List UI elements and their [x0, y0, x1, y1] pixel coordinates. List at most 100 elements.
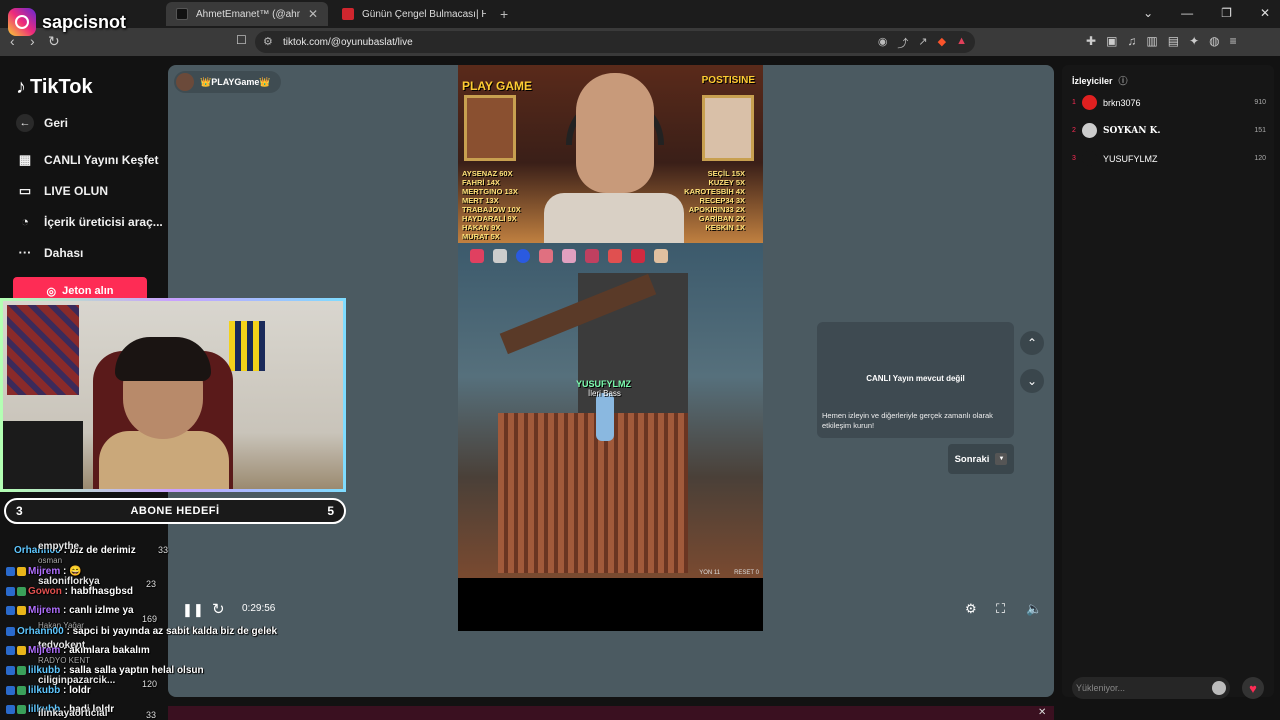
screenshot-icon[interactable]: ▣	[1106, 34, 1117, 48]
badge-icon	[6, 626, 15, 636]
menu-icon[interactable]: ≡	[1230, 34, 1237, 48]
instagram-handle: sapcisnot	[42, 11, 127, 32]
chat-text: : canlı izlme ya	[60, 605, 134, 616]
viewer-count: 910	[1254, 99, 1266, 106]
emoji-icon[interactable]	[1212, 681, 1226, 695]
new-tab-button[interactable]: +	[500, 6, 508, 22]
tiktok-logo[interactable]: ♪ TikTok	[16, 76, 93, 99]
gift-icon	[654, 249, 668, 263]
chat-count: 169	[142, 614, 158, 624]
next-button[interactable]: Sonraki ▼	[948, 444, 1014, 474]
minimize-button[interactable]: —	[1181, 6, 1193, 20]
vpn-icon[interactable]: ◍	[1209, 34, 1219, 48]
brave-shield-icon[interactable]: ◆	[938, 35, 946, 51]
close-banner-icon[interactable]: ✕	[1038, 707, 1046, 718]
badge-icon	[6, 704, 15, 714]
streamer-cam: PLAY GAME POSTISINE AYSENAZ 60X FAHRİ 14…	[458, 65, 763, 250]
badge-icon	[6, 586, 15, 596]
gift-icon	[608, 249, 622, 263]
leaderboard-right: SEÇİL 15X KUZEY 5X KAROTESBİH 4X RECEP34…	[684, 169, 745, 232]
viewer-row[interactable]: 1 brkn3076 910	[1072, 95, 1266, 110]
viewer-name: YUSUFYLMZ	[1103, 153, 1158, 164]
game-deck	[498, 413, 688, 573]
browser-tab-bar: AhmetEmanet™ (@ahmtemna ✕ Günün Çengel B…	[0, 0, 1280, 28]
chat-message: osman	[38, 555, 62, 566]
bookmark-icon[interactable]: ☐	[236, 33, 247, 47]
volume-icon[interactable]: 🔈	[1026, 601, 1042, 617]
extension-toolbar: ✚ ▣ ♫ ▥ ▤ ✦ ◍ ≡	[1086, 34, 1237, 48]
stream-video[interactable]: PLAY GAME POSTISINE AYSENAZ 60X FAHRİ 14…	[458, 65, 763, 631]
leo-ai-icon[interactable]: ✦	[1189, 34, 1199, 48]
wallet-icon[interactable]: ▤	[1168, 34, 1179, 48]
chat-input[interactable]: Yükleniyor...	[1072, 677, 1230, 699]
open-external-icon[interactable]: ⤴	[897, 35, 908, 51]
close-tab-icon[interactable]: ✕	[308, 7, 318, 21]
brave-rewards-icon[interactable]: ▲	[956, 35, 967, 51]
site-info-icon[interactable]: ⚙	[263, 35, 273, 48]
chat-text: : loldr	[60, 685, 91, 696]
viewers-title: İzleyiciler	[1072, 75, 1113, 86]
chat-user: Gowon	[28, 586, 62, 597]
sidebar-item-back[interactable]: ← Geri	[16, 114, 68, 132]
tiktok-favicon-icon	[176, 8, 188, 20]
maximize-button[interactable]: ❐	[1221, 6, 1232, 20]
sidebar-icon[interactable]: ▥	[1146, 34, 1157, 48]
video-black-bar	[458, 578, 763, 631]
leaderboard-left: AYSENAZ 60X FAHRİ 14X MERTGINO 13X MERT …	[462, 169, 523, 250]
chat-message: lilkubb : loldr	[6, 685, 91, 696]
subscriber-goal-bar: 3 ABONE HEDEFİ 5	[4, 498, 346, 524]
sidebar-item-label: Geri	[44, 116, 69, 130]
player-tag: YUSUFYLMZ	[576, 379, 631, 389]
avatar	[176, 73, 194, 91]
viewer-count: 120	[1254, 155, 1266, 162]
tab-search-icon[interactable]: ⌄	[1143, 6, 1153, 20]
score-label: YON 11	[699, 570, 721, 576]
chat-user: Orhann00	[17, 626, 64, 637]
streamer-face	[576, 73, 654, 193]
gift-icon	[470, 249, 484, 263]
next-stream-arrow-button[interactable]: ⌄	[1020, 369, 1044, 393]
tab-title: AhmetEmanet™ (@ahmtemna	[196, 8, 300, 20]
settings-gear-icon[interactable]: ⚙	[965, 601, 977, 617]
sidebar-item-go-live[interactable]: ▭ LIVE OLUN	[16, 183, 108, 199]
viewer-name: brkn3076	[1103, 97, 1141, 108]
sidebar-item-more[interactable]: ··· Dahası	[16, 245, 84, 260]
chat-text: : habfhasgbsd	[61, 586, 134, 597]
streamer-webcam-overlay	[0, 298, 346, 492]
music-icon[interactable]: ♫	[1127, 34, 1136, 48]
camera-icon: ▭	[18, 183, 32, 198]
address-bar[interactable]: ⚙ tiktok.com/@oyunubaslat/live ◉ ⤴ ↗ ◆ ▲	[255, 31, 975, 53]
score-labels: YON 11 RESET 0	[699, 570, 759, 576]
viewer-row[interactable]: 3 YUSUFYLMZ 120	[1072, 151, 1266, 166]
sidebar-item-creator-tools[interactable]: ◔ İçerik üreticisi araç...	[16, 214, 163, 229]
puzzle-extensions-icon[interactable]: ✚	[1086, 34, 1096, 48]
badge-icon	[6, 645, 15, 655]
viewer-row[interactable]: 2 SOYKAN K. 151	[1072, 123, 1266, 138]
share-icon[interactable]: ↗	[918, 35, 927, 51]
chat-count: 23	[146, 579, 157, 589]
sidebar-item-label: LIVE OLUN	[44, 184, 109, 198]
score-label: RESET 0	[734, 570, 759, 576]
host-chip[interactable]: 👑PLAYGame👑	[174, 71, 281, 93]
gift-icon	[562, 249, 576, 263]
badge-icon	[17, 685, 26, 695]
chat-user: empythe	[38, 541, 80, 552]
tab-bulmaca[interactable]: Günün Çengel Bulmacası| HT Bulmac	[332, 2, 496, 26]
chevron-down-icon: ⌄	[1026, 374, 1038, 388]
sidebar-item-explore-live[interactable]: ▦ CANLI Yayını Keşfet	[16, 152, 159, 168]
like-button[interactable]: ♥	[1242, 677, 1264, 699]
tab-tiktok[interactable]: AhmetEmanet™ (@ahmtemna ✕	[166, 2, 328, 26]
sidebar-item-label: CANLI Yayını Keşfet	[44, 153, 159, 167]
cast-icon[interactable]: ◉	[878, 35, 888, 51]
previous-stream-button[interactable]: ⌃	[1020, 331, 1044, 355]
heart-icon: ♥	[1249, 680, 1257, 696]
offline-card[interactable]: CANLI Yayın mevcut değil Hemen izleyin v…	[817, 322, 1014, 438]
fullscreen-icon[interactable]: ⛶	[996, 601, 1005, 617]
info-icon[interactable]: ⓘ	[1119, 74, 1128, 87]
viewer-rank: 3	[1072, 155, 1076, 162]
chat-message: Gowon : habfhasgbsd	[6, 586, 133, 597]
gift-icon	[585, 249, 599, 263]
viewer-rank: 2	[1072, 127, 1076, 134]
url-text[interactable]: tiktok.com/@oyunubaslat/live	[283, 37, 413, 48]
close-window-button[interactable]: ✕	[1260, 6, 1270, 20]
